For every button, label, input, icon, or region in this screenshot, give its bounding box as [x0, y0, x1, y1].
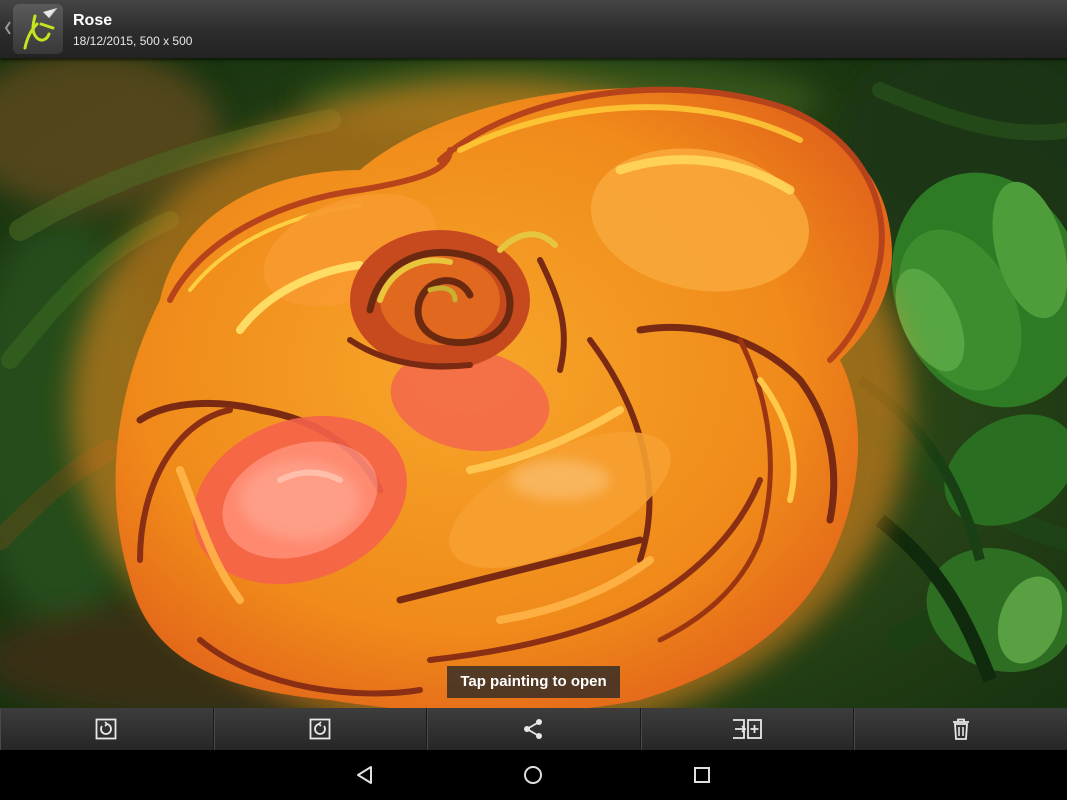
bottom-toolbar	[0, 708, 1067, 750]
share-button[interactable]	[427, 708, 641, 750]
rotate-right-icon	[309, 718, 331, 740]
nav-home-button[interactable]	[493, 750, 573, 800]
rotate-left-button[interactable]	[0, 708, 214, 750]
rotate-left-icon	[95, 718, 117, 740]
system-nav-bar	[0, 750, 1067, 800]
delete-icon	[952, 718, 969, 740]
export-button[interactable]	[641, 708, 855, 750]
delete-button[interactable]	[854, 708, 1067, 750]
nav-recents-button[interactable]	[662, 750, 742, 800]
back-triangle-icon	[357, 766, 372, 784]
chevron-left-icon	[4, 21, 11, 35]
up-button[interactable]	[0, 0, 66, 58]
painting-details: 18/12/2015, 500 x 500	[73, 34, 193, 48]
nav-back-button[interactable]	[325, 750, 405, 800]
share-icon	[524, 719, 543, 739]
home-circle-icon	[524, 766, 542, 784]
painting-title: Rose	[73, 12, 113, 29]
painting-image[interactable]	[0, 58, 1067, 708]
action-bar: Rose 18/12/2015, 500 x 500	[0, 0, 1067, 58]
toast-message: Tap painting to open	[447, 666, 620, 698]
gallery-screen: Rose 18/12/2015, 500 x 500 Tap painting …	[0, 0, 1067, 800]
brush-app-icon	[13, 4, 63, 54]
recents-square-icon	[694, 767, 710, 783]
rotate-right-button[interactable]	[214, 708, 428, 750]
export-icon	[733, 719, 762, 739]
